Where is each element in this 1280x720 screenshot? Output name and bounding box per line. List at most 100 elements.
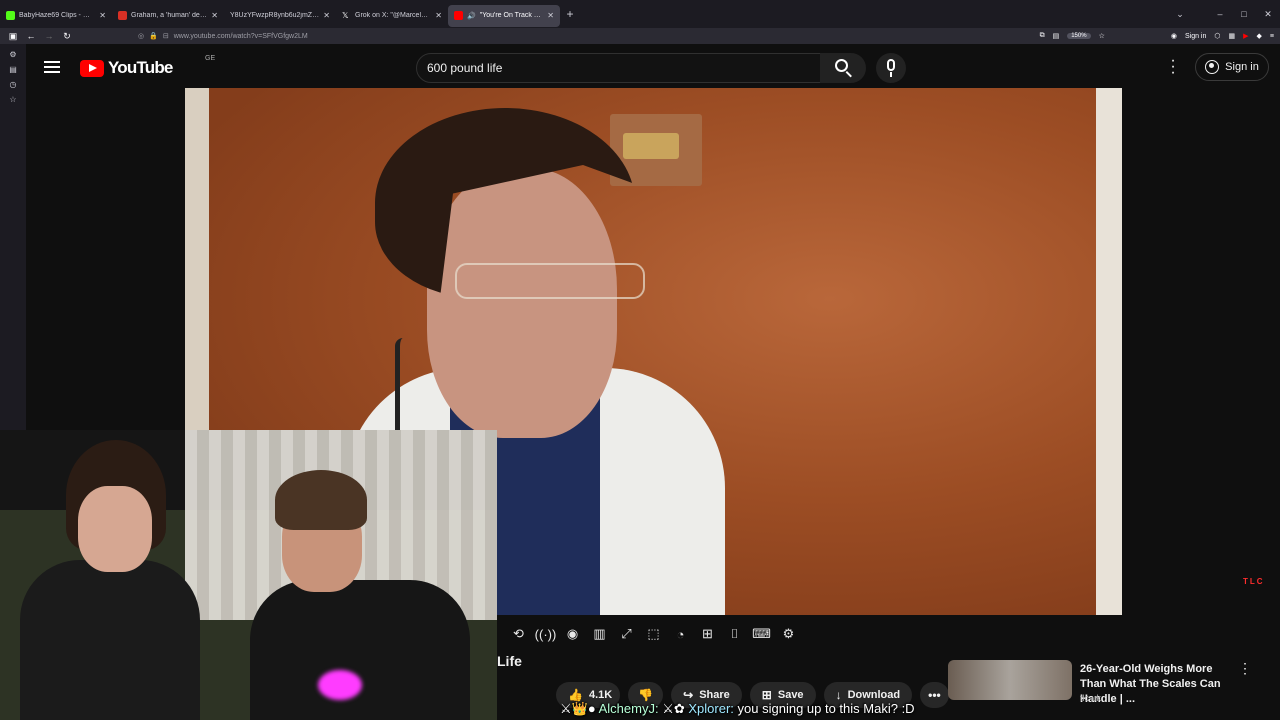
browser-nav-bar: ▣ ← → ↻ ◎ 🔒 ⊟ www.youtube.com/watch?v=SF… (0, 28, 1280, 44)
bookmarks-icon[interactable]: ☆ (0, 95, 26, 104)
settings-icon[interactable]: ⚙ (0, 50, 26, 59)
add-icon[interactable]: ⊞ (694, 622, 721, 646)
speaker-icon[interactable]: 🔊 (467, 12, 476, 20)
kick-favicon-icon (6, 11, 15, 20)
browser-tab[interactable]: BabyHaze69 Clips - Watch Live ✕ (0, 5, 112, 27)
signin-label: Sign in (1225, 61, 1259, 73)
menu-icon[interactable]: ≡ (1270, 33, 1274, 40)
tab-list-icon[interactable]: ⌄ (1168, 9, 1192, 20)
tab-title: Y8UzYFwzpR8ynb6u2jmZ5.jpg (JP (230, 12, 320, 19)
account-icon[interactable]: ◉ (1171, 32, 1177, 40)
address-bar[interactable]: ◎ 🔒 ⊟ www.youtube.com/watch?v=SFfVGfgw2L… (132, 29, 1082, 43)
close-tab-icon[interactable]: ✕ (323, 11, 330, 20)
nav-right-tools: ⧉ ▤ 150% ☆ ◉ Sign in ⬡ ▦ ▶ ◆ ≡ (1040, 28, 1274, 44)
thumbs-down-icon: 👎 (638, 688, 654, 702)
bookmark-star-icon[interactable]: ☆ (1099, 32, 1105, 40)
url-text[interactable]: www.youtube.com/watch?v=SFfVGfgw2LM (174, 33, 308, 40)
youtube-extension-icon[interactable]: ▶ (1243, 32, 1248, 40)
back-icon[interactable]: ← (22, 31, 40, 41)
youtube-logo[interactable]: YouTube GE (80, 55, 215, 78)
minimize-icon[interactable]: – (1208, 9, 1232, 19)
close-tab-icon[interactable]: ✕ (547, 11, 554, 20)
ellipsis-icon: ••• (928, 688, 941, 702)
stream-chat-overlay: ⚔👑● AlchemyJ: ⚔✿ Xplorer: you signing up… (560, 701, 915, 717)
badge-icons: ⚔👑● (560, 701, 596, 716)
permissions-icon[interactable]: ⊟ (163, 32, 169, 40)
frame-icon[interactable]: ⬚ (640, 622, 667, 646)
browser-tab[interactable]: Graham, a 'human' designed t ✕ (112, 5, 224, 27)
download-icon: ↓ (835, 688, 842, 702)
maximize-icon[interactable]: □ (1232, 9, 1256, 19)
browser-tab[interactable]: Y8UzYFwzpR8ynb6u2jmZ5.jpg (JP ✕ (224, 5, 336, 27)
lock-icon: 🔒 (149, 33, 158, 40)
gear-icon[interactable]: ⚙ (775, 622, 802, 646)
zoom-level[interactable]: 150% (1067, 33, 1091, 39)
screenshot-icon[interactable]: ⌷ (721, 622, 748, 646)
channel-name[interactable]: tlc uk (1080, 693, 1101, 703)
voice-search-button[interactable] (876, 53, 906, 83)
close-window-icon[interactable]: ✕ (1256, 9, 1280, 20)
reader-icon[interactable]: ▤ (1053, 32, 1060, 40)
video-title: Life (497, 653, 522, 669)
extension-icon[interactable]: ◆ (1257, 32, 1262, 40)
like-count: 4.1K (588, 689, 613, 701)
shield-icon[interactable]: ◎ (138, 32, 144, 40)
history-icon[interactable]: ◷ (0, 80, 26, 89)
search-input[interactable]: 600 pound life ✕ (416, 53, 846, 83)
search-button[interactable] (820, 53, 866, 83)
recommended-title[interactable]: 26-Year-Old Weighs More Than What The Sc… (1080, 662, 1240, 707)
extension-grid-icon[interactable]: ▦ (1229, 32, 1236, 40)
reading-list-icon[interactable]: ▤ (0, 65, 26, 74)
thumbs-up-icon: 👍 (568, 688, 583, 702)
tab-title: "You're On Track To Be The (479, 12, 544, 19)
search-icon (835, 59, 848, 72)
youtube-header: YouTube GE 600 pound life ✕ ··· Sign in (26, 44, 1280, 90)
share-icon: ↪ (683, 688, 694, 702)
reload-icon[interactable]: ↻ (58, 31, 76, 42)
audio-mode-icon[interactable]: ((·)) (532, 622, 559, 646)
youtube-play-icon (80, 59, 104, 77)
new-tab-button[interactable]: + (560, 7, 580, 21)
more-options-icon[interactable]: · · · (1166, 53, 1180, 81)
speed-icon[interactable]: ◔ (667, 622, 694, 646)
badge-icons: ⚔✿ (662, 701, 685, 716)
player-toolbar: ⟲ ((·)) ◉ ▥ ⤢ ⬚ ◔ ⊞ ⌷ ⌨ ⚙ (505, 622, 802, 646)
chat-username: AlchemyJ: (598, 701, 659, 716)
chat-username: Xplorer: (688, 701, 734, 716)
more-actions-button[interactable]: ••• (920, 682, 949, 708)
screen: BabyHaze69 Clips - Watch Live ✕ Graham, … (0, 0, 1280, 720)
logo-text: YouTube (108, 58, 173, 77)
browser-signin[interactable]: Sign in (1185, 33, 1206, 40)
more-options-icon[interactable]: ⋮ (1238, 660, 1252, 677)
streamer-webcam (0, 430, 497, 720)
signin-button[interactable]: Sign in (1195, 53, 1269, 81)
country-code: GE (205, 55, 216, 62)
keyboard-icon[interactable]: ⌨ (748, 622, 775, 646)
tab-title: Grok on X: "@MarceloNetto15 (355, 12, 431, 19)
youtube-favicon-icon (454, 11, 463, 20)
forward-icon[interactable]: → (40, 31, 58, 41)
cinema-icon[interactable]: ▥ (586, 622, 613, 646)
close-tab-icon[interactable]: ✕ (99, 11, 106, 20)
extensions-icon[interactable]: ⬡ (1214, 32, 1220, 40)
browser-tab[interactable]: 𝕏 Grok on X: "@MarceloNetto15 ✕ (336, 5, 448, 27)
share-label: Share (699, 689, 730, 701)
account-circle-icon (1205, 60, 1220, 74)
browser-tab-active[interactable]: 🔊 "You're On Track To Be The ✕ (448, 4, 560, 27)
browser-tab-strip: BabyHaze69 Clips - Watch Live ✕ Graham, … (0, 0, 1280, 28)
eye-icon[interactable]: ◉ (559, 622, 586, 646)
tab-title: Graham, a 'human' designed t (131, 12, 207, 19)
recommended-video[interactable]: 26-Year-Old Weighs More Than What The Sc… (948, 660, 1268, 720)
save-label: Save (777, 689, 804, 701)
loop-icon[interactable]: ⟲ (505, 622, 532, 646)
close-tab-icon[interactable]: ✕ (211, 11, 218, 20)
video-thumbnail[interactable] (948, 660, 1072, 700)
picture-in-picture-icon[interactable]: ⧉ (1040, 32, 1045, 40)
microphone-icon (887, 59, 895, 71)
search-query[interactable]: 600 pound life (427, 61, 502, 75)
sidebar-toggle-icon[interactable]: ▣ (4, 31, 22, 42)
channel-watermark: TLC (1243, 577, 1265, 586)
close-tab-icon[interactable]: ✕ (435, 11, 442, 20)
fit-screen-icon[interactable]: ⤢ (613, 622, 640, 646)
hamburger-menu-icon[interactable] (44, 61, 60, 73)
